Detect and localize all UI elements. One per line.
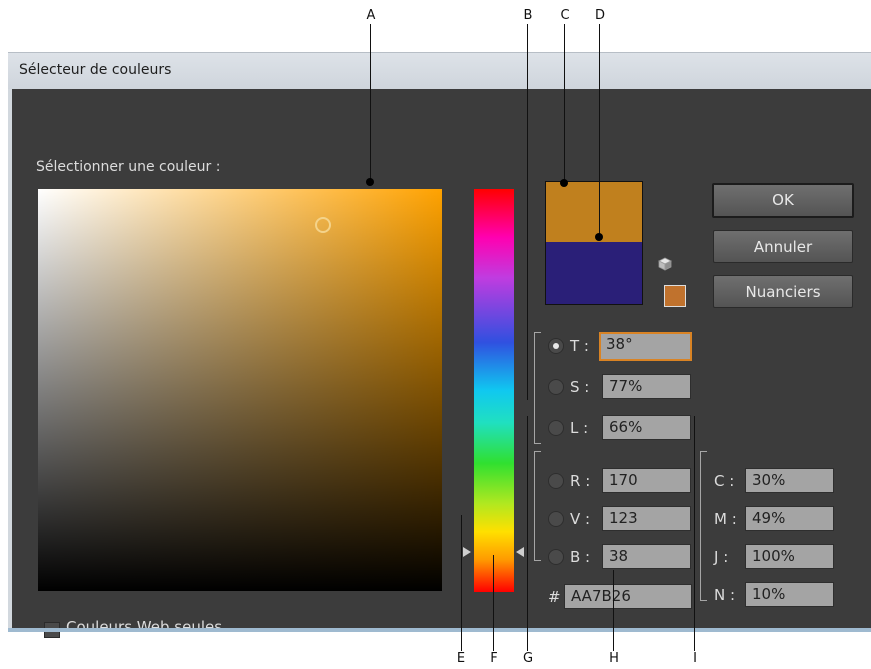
callout-dot-d: [595, 233, 603, 241]
new-color-swatch: [545, 181, 643, 243]
ok-button[interactable]: OK: [712, 183, 854, 218]
hue-slider-right-arrow-icon[interactable]: [516, 547, 524, 557]
swatches-button[interactable]: Nuanciers: [713, 275, 853, 308]
color-field-cursor[interactable]: [315, 217, 331, 233]
hue-field[interactable]: 38°: [599, 332, 692, 361]
yellow-label: J :: [714, 548, 729, 566]
red-radio[interactable]: [548, 473, 564, 489]
leader-line-f: [493, 555, 494, 651]
saturation-radio[interactable]: [548, 379, 564, 395]
rgb-bracket: [534, 451, 541, 561]
dialog-bottom-border: [8, 628, 871, 632]
title-bar[interactable]: Sélecteur de couleurs: [8, 53, 871, 89]
blue-label: B :: [570, 548, 591, 566]
hue-radio[interactable]: [548, 338, 564, 354]
dialog-title: Sélecteur de couleurs: [19, 62, 172, 78]
callout-e: E: [456, 651, 466, 666]
callout-a: A: [366, 8, 376, 23]
saturation-field[interactable]: 77%: [602, 374, 691, 399]
color-picker-dialog: Sélecteur de couleurs Sélectionner une c…: [8, 52, 871, 638]
hue-label: T :: [570, 337, 589, 355]
red-label: R :: [570, 472, 591, 490]
magenta-field[interactable]: 49%: [745, 506, 834, 531]
web-safe-color-swatch[interactable]: [664, 285, 686, 307]
callout-b: B: [523, 8, 533, 23]
leader-line-i: [694, 416, 695, 651]
magenta-label: M :: [714, 510, 737, 528]
hex-label: #: [548, 588, 561, 606]
leader-line-d: [599, 24, 600, 237]
leader-line-e: [461, 515, 462, 651]
original-color-swatch[interactable]: [545, 242, 643, 305]
dialog-body: Sélectionner une couleur : OK Annuler Nu…: [12, 89, 871, 638]
leader-line-a: [370, 24, 371, 181]
lightness-label: L :: [570, 419, 589, 437]
cube-icon[interactable]: [658, 257, 672, 271]
callout-dot-c: [560, 179, 568, 187]
blue-field[interactable]: 38: [602, 544, 691, 569]
callout-c: C: [560, 8, 570, 23]
color-field[interactable]: [38, 189, 442, 591]
select-color-label: Sélectionner une couleur :: [36, 159, 221, 175]
cyan-label: C :: [714, 472, 735, 490]
blue-radio[interactable]: [548, 549, 564, 565]
web-colors-only-label: Couleurs Web seules: [66, 618, 223, 636]
green-label: V :: [570, 510, 591, 528]
lightness-radio[interactable]: [548, 420, 564, 436]
leader-line-c: [564, 24, 565, 183]
callout-d: D: [594, 8, 605, 23]
saturation-label: S :: [570, 378, 590, 396]
hue-slider-left-arrow-icon[interactable]: [463, 547, 471, 557]
hsb-bracket: [534, 332, 541, 444]
yellow-field[interactable]: 100%: [745, 544, 834, 569]
callout-f: F: [490, 651, 498, 666]
leader-line-h: [613, 570, 614, 651]
green-radio[interactable]: [548, 511, 564, 527]
callout-h: H: [609, 651, 619, 666]
callout-dot-a: [366, 178, 374, 186]
green-field[interactable]: 123: [602, 506, 691, 531]
black-field[interactable]: 10%: [745, 582, 834, 607]
callout-g: G: [522, 651, 534, 666]
cancel-button[interactable]: Annuler: [713, 230, 853, 263]
leader-line-b: [527, 24, 528, 400]
black-label: N :: [714, 586, 736, 604]
cmyk-bracket: [700, 451, 707, 601]
cyan-field[interactable]: 30%: [745, 468, 834, 493]
red-field[interactable]: 170: [602, 468, 691, 493]
hue-slider[interactable]: [474, 189, 514, 592]
callout-i: I: [693, 651, 697, 666]
hex-field[interactable]: AA7B26: [564, 584, 692, 609]
lightness-field[interactable]: 66%: [602, 415, 691, 440]
leader-line-g: [527, 416, 528, 651]
